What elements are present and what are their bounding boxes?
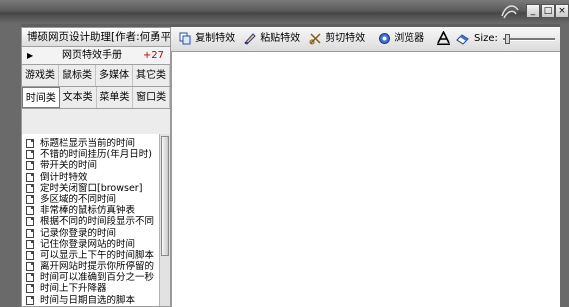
- list-item-label: 离开网站时提示你所停留的: [40, 261, 155, 273]
- list-item-label: 记录你登录的时间: [40, 227, 117, 239]
- size-slider-thumb[interactable]: [505, 34, 510, 44]
- list-item[interactable]: 带开关的时间: [22, 160, 158, 171]
- list-item[interactable]: 可以显示上下午的时间脚本: [22, 250, 158, 261]
- swirl-logo-icon: [501, 5, 519, 19]
- list-item-label: 多区域的不同时间: [40, 193, 117, 205]
- list-item[interactable]: 标题栏显示当前的时间: [22, 138, 158, 149]
- tab-text[interactable]: 文本类: [60, 87, 97, 108]
- list-item-label: 倒计时特效: [40, 171, 88, 183]
- list-item-label: 带开关的时间: [40, 160, 98, 172]
- list-item[interactable]: 时间上下升降器: [22, 283, 158, 294]
- cut-effect-button[interactable]: 剪切特效: [309, 27, 365, 51]
- font-icon: [437, 31, 450, 45]
- editor-area[interactable]: [171, 52, 560, 307]
- list-item-label: 非常棒的鼠标仿真钟表: [40, 205, 136, 217]
- browser-label: 浏览器: [394, 33, 425, 44]
- eraser-icon: [456, 33, 469, 45]
- list-item[interactable]: 离开网站时提示你所停留的: [22, 261, 158, 272]
- tab-games[interactable]: 游戏类: [22, 65, 59, 86]
- list-item[interactable]: 不错的时间挂历(年月日时): [22, 149, 158, 160]
- cut-effect-label: 剪切特效: [325, 33, 366, 44]
- list-item[interactable]: 记录你登录的时间: [22, 228, 158, 239]
- list-item[interactable]: 记住你登录网站的时间: [22, 239, 158, 250]
- document-icon: [26, 262, 34, 272]
- copy-icon: [179, 32, 191, 44]
- effects-list: 标题栏显示当前的时间 不错的时间挂历(年月日时) 带开关的时间 倒计时特效 定时关闭窗口…: [22, 134, 170, 306]
- tab-mouse[interactable]: 鼠标类: [59, 65, 96, 86]
- document-icon: [26, 250, 34, 260]
- handbook-label: 网页特效手册: [62, 50, 122, 61]
- handbook-count: +27: [142, 50, 164, 61]
- document-icon: [26, 206, 34, 216]
- list-item-label: 不错的时间挂历(年月日时): [40, 149, 152, 161]
- list-item-label: 时间上下升降器: [40, 283, 107, 295]
- document-icon: [26, 139, 34, 148]
- browser-button[interactable]: 浏览器: [378, 27, 424, 51]
- list-item-label: 可以显示上下午的时间脚本: [40, 249, 155, 261]
- document-icon: [26, 239, 34, 249]
- paste-effect-button[interactable]: 粘贴特效: [244, 27, 300, 51]
- list-item-label: 记住你登录网站的时间: [40, 238, 136, 250]
- category-tabs-row-1: 游戏类 鼠标类 多媒体 其它类: [22, 65, 170, 87]
- document-icon: [26, 228, 34, 238]
- list-item-label: 时间可以准确到百分之一秒: [40, 272, 155, 284]
- font-button[interactable]: [437, 27, 450, 51]
- tab-other[interactable]: 其它类: [133, 65, 170, 86]
- list-scrollbar[interactable]: [159, 134, 170, 306]
- size-slider-track: [503, 38, 555, 41]
- list-item[interactable]: 根据不同的时间段显示不同: [22, 216, 158, 227]
- scrollbar-thumb[interactable]: [161, 136, 169, 256]
- document-icon: [26, 217, 34, 227]
- document-icon: [26, 172, 34, 182]
- tab-time[interactable]: 时间类: [22, 87, 60, 108]
- document-icon: [26, 295, 34, 305]
- sidebar-panel: 博硕网页设计助理[作者:何勇平] ▶ 网页特效手册 +27 游戏类 鼠标类 多媒…: [21, 27, 171, 307]
- document-icon: [26, 273, 34, 283]
- list-item-label: 根据不同的时间段显示不同: [40, 216, 155, 228]
- expand-arrow-icon[interactable]: ▶: [27, 47, 33, 64]
- document-icon: [26, 150, 34, 160]
- maximize-button[interactable]: □: [541, 4, 555, 18]
- document-icon: [26, 183, 34, 193]
- list-item[interactable]: 时间与日期自选的脚本: [22, 295, 158, 306]
- list-item-label: 时间与日期自选的脚本: [40, 294, 136, 306]
- window-frame-left: [0, 24, 21, 307]
- window-titlebar: _ □ ×: [0, 0, 569, 24]
- effects-list-items: 标题栏显示当前的时间 不错的时间挂历(年月日时) 带开关的时间 倒计时特效 定时关闭窗口…: [22, 138, 170, 306]
- list-item-label: 标题栏显示当前的时间: [40, 138, 136, 149]
- effects-handbook-header[interactable]: ▶ 网页特效手册 +27: [22, 47, 170, 65]
- document-icon: [26, 194, 34, 204]
- document-icon: [26, 284, 34, 294]
- list-item[interactable]: 多区域的不同时间: [22, 194, 158, 205]
- tab-window[interactable]: 窗口类: [133, 87, 170, 108]
- size-slider[interactable]: [503, 34, 555, 44]
- window-frame-right: [560, 24, 569, 307]
- tab-menu[interactable]: 菜单类: [97, 87, 134, 108]
- paste-icon: [244, 32, 256, 45]
- copy-effect-label: 复制特效: [195, 33, 236, 44]
- paste-effect-label: 粘贴特效: [260, 33, 301, 44]
- size-label: Size:: [474, 33, 498, 44]
- copy-effect-button[interactable]: 复制特效: [179, 27, 235, 51]
- list-item[interactable]: 倒计时特效: [22, 172, 158, 183]
- list-item[interactable]: 时间可以准确到百分之一秒: [22, 272, 158, 283]
- list-item[interactable]: 非常棒的鼠标仿真钟表: [22, 205, 158, 216]
- tab-multimedia[interactable]: 多媒体: [96, 65, 133, 86]
- toolbar: 复制特效 粘贴特效 剪切特效 浏览器 Size:: [171, 27, 560, 52]
- app-title: 博硕网页设计助理[作者:何勇平]: [22, 28, 170, 47]
- category-tabs-row-2: 时间类 文本类 菜单类 窗口类: [22, 87, 170, 109]
- minimize-button[interactable]: _: [526, 4, 540, 18]
- scissors-icon: [309, 32, 321, 44]
- close-button[interactable]: ×: [555, 4, 569, 18]
- globe-icon: [379, 32, 390, 44]
- document-icon: [26, 161, 34, 171]
- list-item[interactable]: 定时关闭窗口[browser]: [22, 183, 158, 194]
- list-item-label: 定时关闭窗口[browser]: [40, 182, 143, 194]
- eraser-button[interactable]: [456, 27, 469, 51]
